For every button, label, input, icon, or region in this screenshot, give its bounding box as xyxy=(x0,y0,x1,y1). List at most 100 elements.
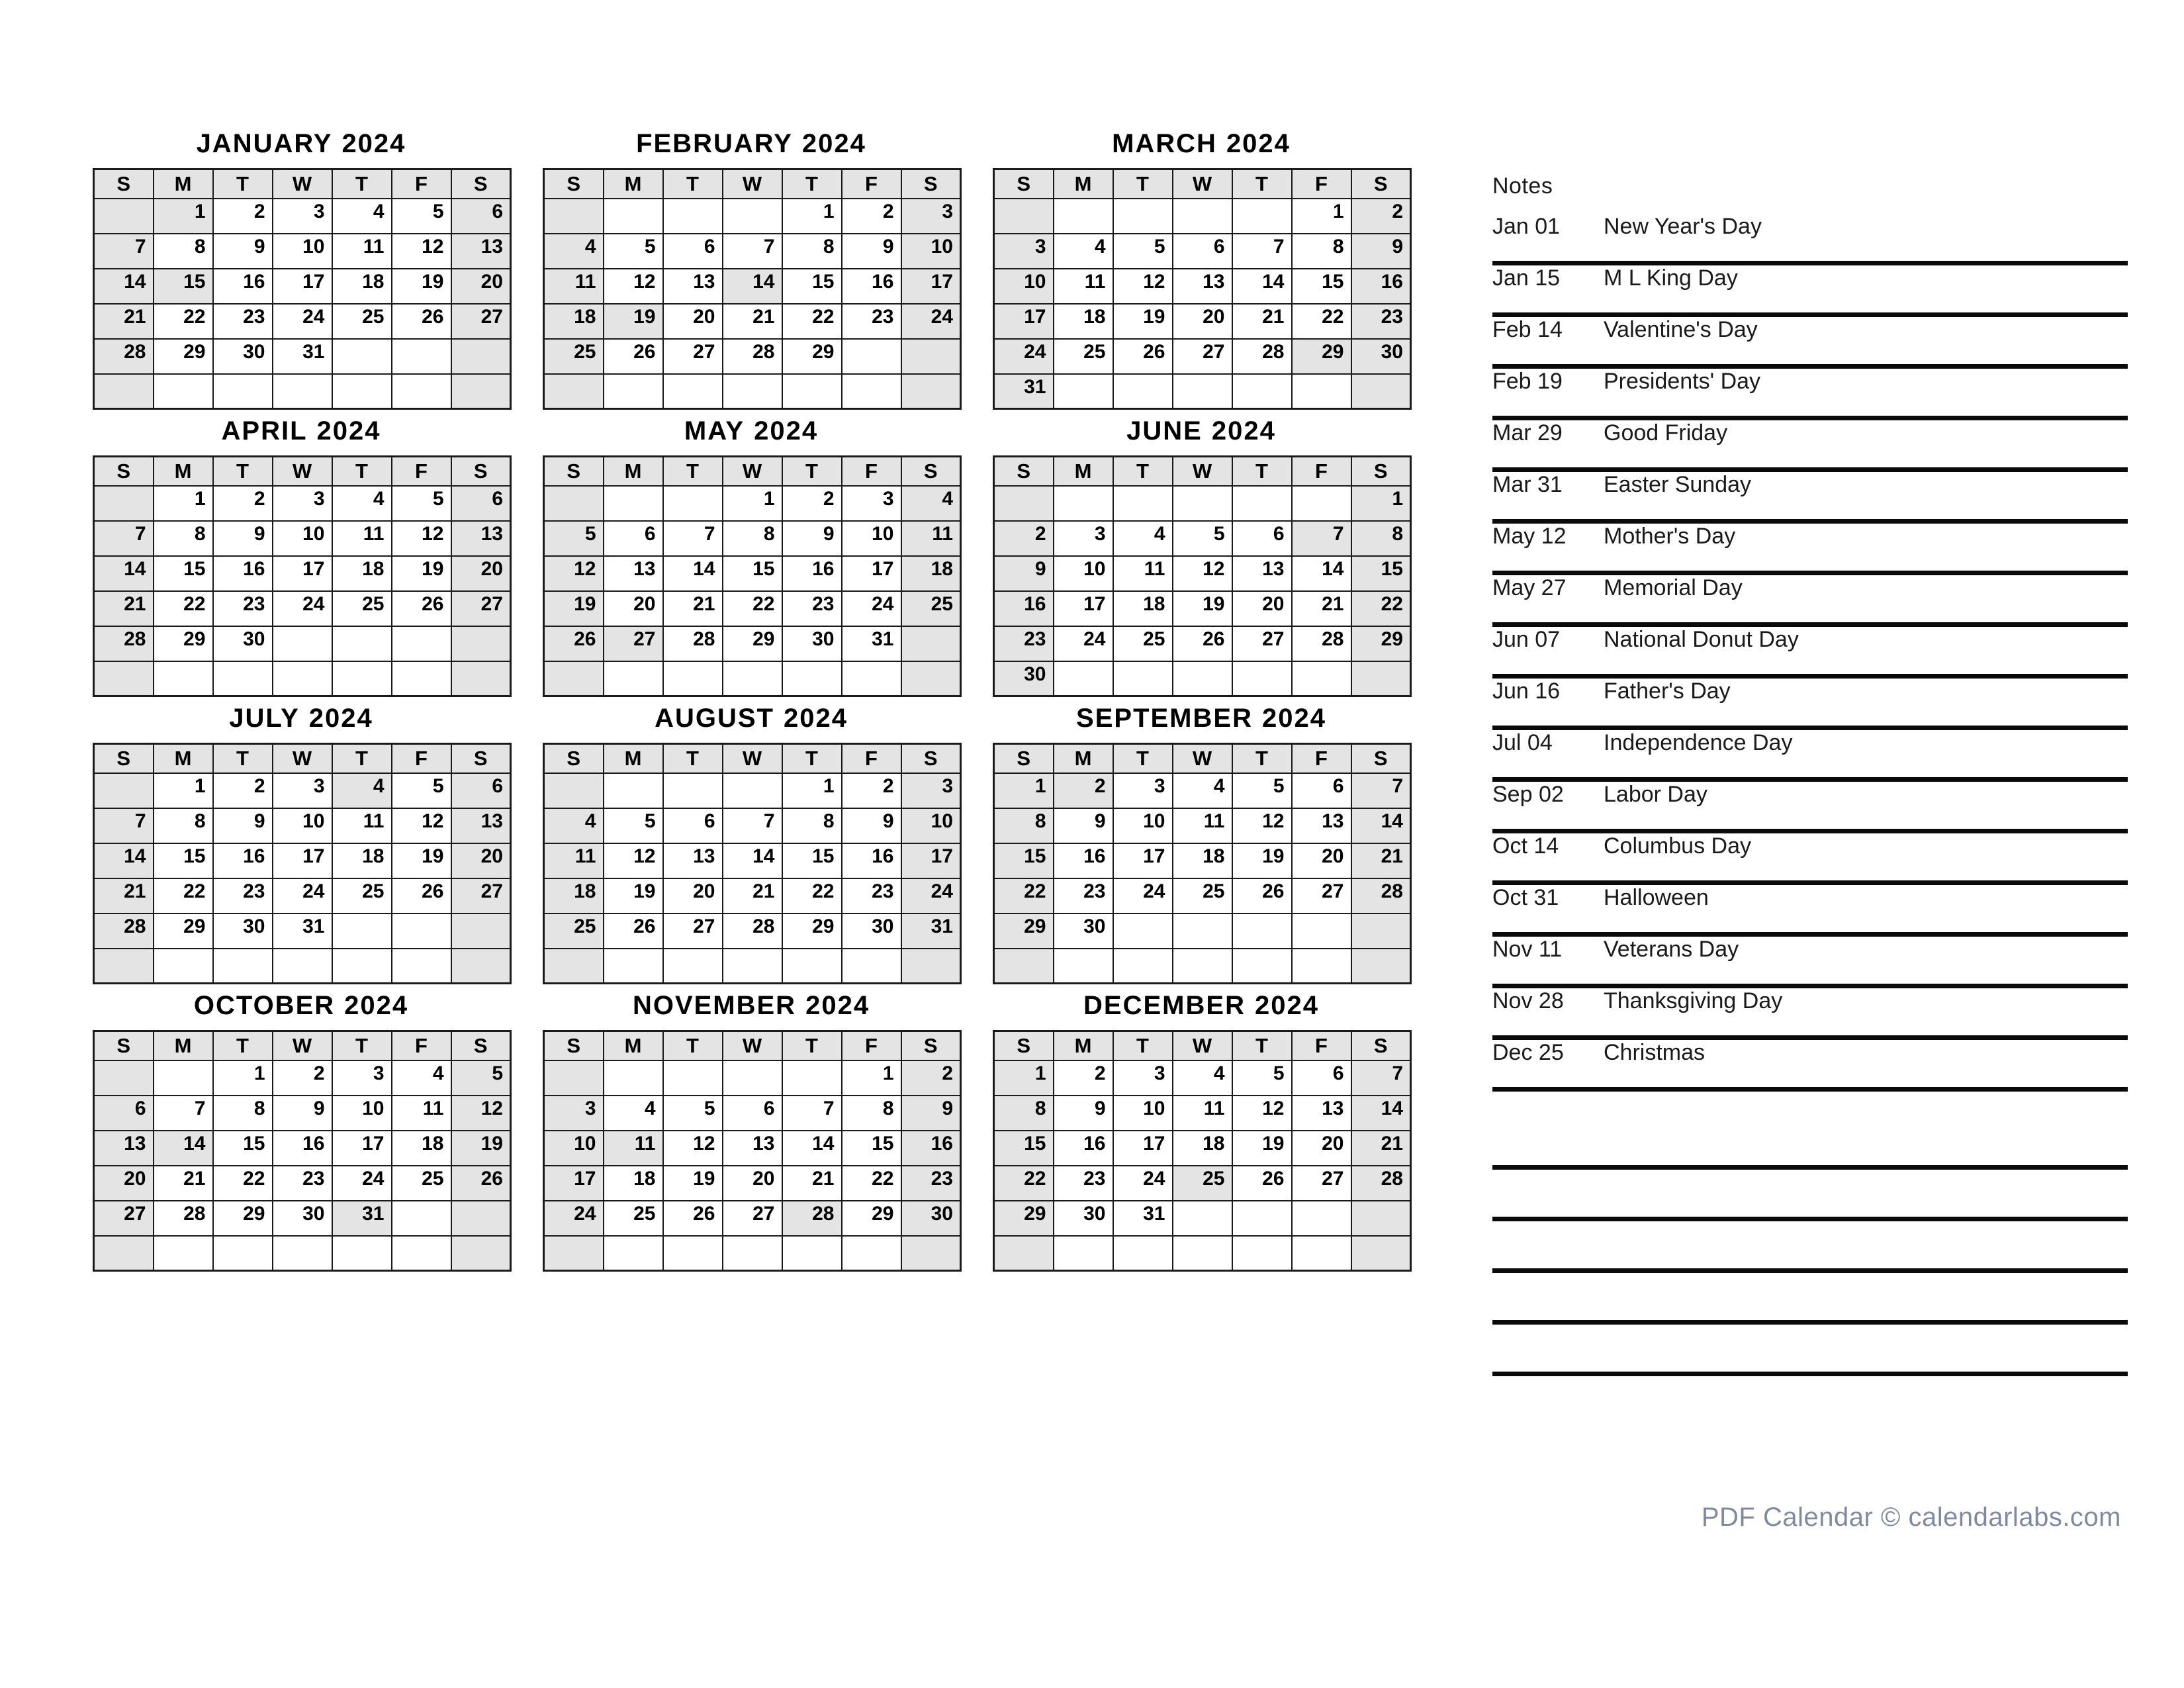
month-year: 2024 xyxy=(754,416,819,445)
day-cell: 5 xyxy=(543,520,604,557)
day-cell: 14 xyxy=(93,555,154,592)
day-cell-empty xyxy=(543,373,604,410)
day-cell-empty xyxy=(1112,373,1173,410)
note-date: Feb 14 xyxy=(1492,317,1563,342)
week-row: 24 25 26 27 28 29 30 xyxy=(993,338,1412,375)
day-cell: 13 xyxy=(662,842,723,879)
month-year: 2024 xyxy=(805,991,870,1020)
day-cell-empty xyxy=(152,947,214,984)
day-header-cell: M xyxy=(1052,743,1114,774)
day-cell: 31 xyxy=(900,912,962,949)
month-table: S M T W T F S 1 2 3 4 5 6 7 8 9 10 11 12 13 14 15 16 17 18 19 20 21… xyxy=(543,168,962,410)
day-cell-empty xyxy=(1291,947,1352,984)
day-cell: 14 xyxy=(721,842,783,879)
day-cell: 26 xyxy=(543,625,604,662)
day-cell-empty xyxy=(271,625,333,662)
day-cell: 18 xyxy=(331,267,392,305)
day-cell-empty xyxy=(1052,197,1114,234)
day-cell-empty xyxy=(1052,660,1114,697)
day-cell: 22 xyxy=(212,1164,273,1201)
day-cell-empty xyxy=(93,947,154,984)
day-cell-empty xyxy=(841,338,902,375)
note-label: Halloween xyxy=(1604,885,1709,910)
day-header-row: SMTWTFS xyxy=(543,743,962,774)
day-cell-empty xyxy=(841,947,902,984)
day-cell: 10 xyxy=(1112,807,1173,844)
week-row: 8 9 10 11 12 13 14 xyxy=(993,807,1412,844)
day-cell: 4 xyxy=(900,485,962,522)
week-row xyxy=(993,947,1412,984)
week-row: 30 xyxy=(993,660,1412,697)
day-cell: 9 xyxy=(212,232,273,269)
month-title: MAY 2024 xyxy=(684,416,819,445)
day-cell: 8 xyxy=(993,1094,1054,1131)
blank-note-line[interactable] xyxy=(1492,1325,2128,1376)
day-cell: 15 xyxy=(212,1129,273,1166)
day-cell: 8 xyxy=(152,520,214,557)
day-cell-empty xyxy=(93,772,154,809)
day-header-cell: T xyxy=(1231,1030,1293,1061)
day-cell-empty xyxy=(841,660,902,697)
day-cell: 31 xyxy=(841,625,902,662)
day-cell: 27 xyxy=(721,1199,783,1237)
day-cell: 15 xyxy=(781,267,842,305)
note-date: Nov 11 xyxy=(1492,937,1563,962)
day-cell: 2 xyxy=(212,772,273,809)
note-label: Thanksgiving Day xyxy=(1604,988,1783,1013)
day-cell: 22 xyxy=(841,1164,902,1201)
blank-note-line[interactable] xyxy=(1492,1273,2128,1325)
day-cell: 17 xyxy=(1112,1129,1173,1166)
day-cell: 12 xyxy=(450,1094,512,1131)
note-label: Columbus Day xyxy=(1604,833,1751,859)
day-cell: 14 xyxy=(662,555,723,592)
day-cell: 15 xyxy=(721,555,783,592)
week-row: 29 30 31 xyxy=(993,1199,1412,1237)
day-cell: 30 xyxy=(900,1199,962,1237)
day-cell: 7 xyxy=(152,1094,214,1131)
day-cell: 15 xyxy=(152,555,214,592)
day-cell: 9 xyxy=(993,555,1054,592)
day-header-cell: S xyxy=(900,743,962,774)
day-cell-empty xyxy=(602,485,664,522)
day-cell: 21 xyxy=(152,1164,214,1201)
day-cell: 4 xyxy=(543,807,604,844)
day-cell-empty xyxy=(543,1059,604,1096)
day-cell: 26 xyxy=(390,877,452,914)
note-label: Christmas xyxy=(1604,1040,1706,1065)
day-cell-empty xyxy=(331,625,392,662)
blank-note-line[interactable] xyxy=(1492,1118,2128,1170)
day-cell: 29 xyxy=(781,912,842,949)
day-cell-empty xyxy=(271,947,333,984)
day-cell: 21 xyxy=(781,1164,842,1201)
day-cell: 26 xyxy=(662,1199,723,1237)
day-cell: 4 xyxy=(602,1094,664,1131)
day-cell-empty xyxy=(993,947,1054,984)
blank-note-line[interactable] xyxy=(1492,1221,2128,1273)
month-block-march: MARCH 2024 S M T W T F S 1 2 3 4 5 6 7 8 9 10 11 12 13 14 15 16 1… xyxy=(993,129,1412,410)
day-cell: 18 xyxy=(543,877,604,914)
day-cell-empty xyxy=(93,1059,154,1096)
day-cell-empty xyxy=(212,373,273,410)
day-cell: 20 xyxy=(721,1164,783,1201)
day-header-cell: M xyxy=(152,1030,214,1061)
day-cell-empty xyxy=(390,625,452,662)
blank-note-line[interactable] xyxy=(1492,1170,2128,1221)
day-header-cell: T xyxy=(212,743,273,774)
day-cell: 25 xyxy=(900,590,962,627)
day-cell-empty xyxy=(993,1235,1054,1272)
day-cell: 23 xyxy=(841,877,902,914)
day-cell: 29 xyxy=(993,912,1054,949)
week-row: 14 15 16 17 18 19 20 xyxy=(93,842,512,879)
day-cell: 30 xyxy=(1052,912,1114,949)
day-cell: 20 xyxy=(662,877,723,914)
day-cell: 16 xyxy=(212,842,273,879)
day-cell: 26 xyxy=(450,1164,512,1201)
day-cell-empty xyxy=(1231,1199,1293,1237)
day-header-cell: W xyxy=(1171,1030,1233,1061)
day-cell-empty xyxy=(450,625,512,662)
day-cell: 13 xyxy=(450,807,512,844)
day-header-cell: T xyxy=(331,743,392,774)
day-cell: 22 xyxy=(993,877,1054,914)
day-cell-empty xyxy=(331,912,392,949)
day-header-cell: M xyxy=(1052,455,1114,487)
